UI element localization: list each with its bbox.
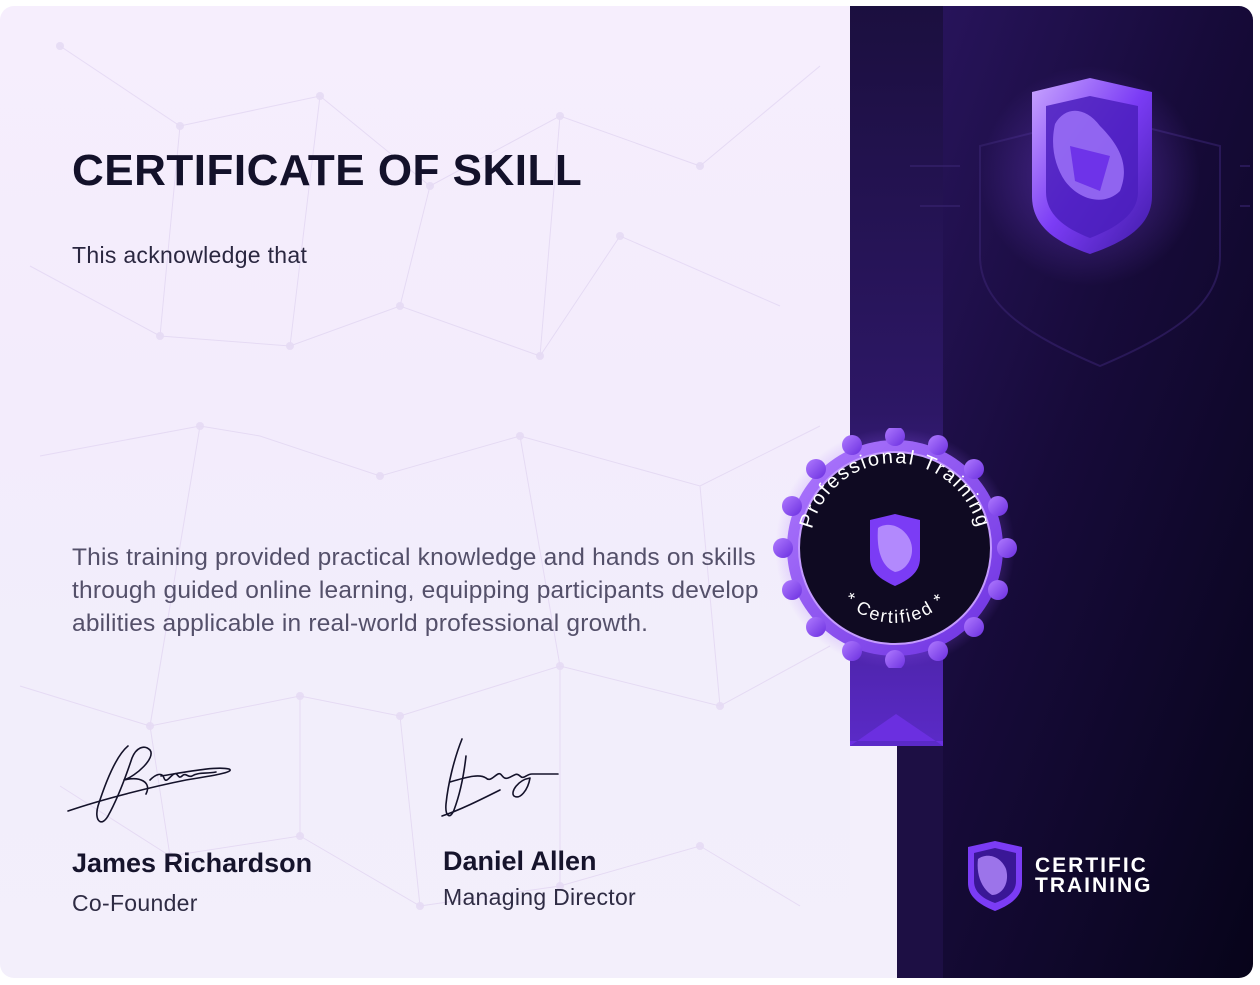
signatory-role-1: Co-Founder [72, 890, 198, 916]
brand-line-2: TRAINING [1035, 874, 1153, 897]
seal-shield-icon [870, 514, 920, 586]
shield-fox-icon [1032, 78, 1152, 254]
signatory-role-2: Managing Director [443, 884, 637, 910]
brand-line-1: CERTIFIC [1035, 854, 1148, 877]
signature-james-richardson [67, 745, 231, 823]
brand-shield-icon [968, 841, 1022, 911]
signature-daniel-allen [441, 738, 559, 817]
signatory-name-2: Daniel Allen [443, 846, 597, 876]
brand-name: CERTIFIC TRAINING [1035, 854, 1153, 897]
badge-seal: Professional Training * Certified * [773, 428, 1017, 668]
certificate-title: CERTIFICATE OF SKILL [72, 146, 583, 195]
certificate-description: This training provided practical knowled… [72, 544, 759, 637]
signatory-name-1: James Richardson [72, 848, 313, 878]
certificate-card: CERTIFICATE OF SKILL This acknowledge th… [0, 6, 1253, 978]
acknowledge-text: This acknowledge that [72, 242, 308, 268]
